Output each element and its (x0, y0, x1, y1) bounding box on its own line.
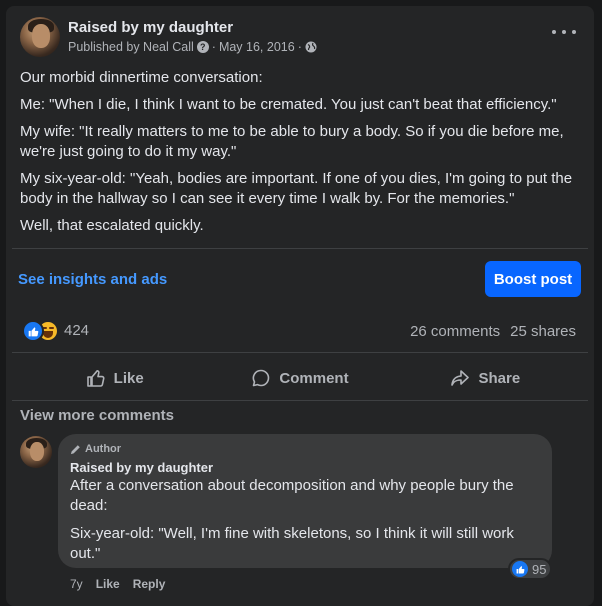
meta-separator: · (297, 40, 302, 54)
page-avatar[interactable] (20, 17, 60, 57)
author-badge: Author (70, 442, 540, 456)
comment-time[interactable]: 7y (70, 577, 83, 591)
comment-actions: 7y Like Reply (70, 577, 165, 591)
divider (12, 400, 588, 401)
comment-like-button[interactable]: Like (96, 577, 120, 591)
like-button[interactable]: Like (22, 360, 207, 396)
like-icon (512, 561, 528, 577)
comment-reaction-badge[interactable]: 95 (508, 558, 553, 580)
comment-reaction-count: 95 (532, 561, 547, 577)
action-bar: Like Comment Share (22, 360, 578, 396)
post-paragraph: My six-year-old: "Yeah, bodies are impor… (20, 170, 573, 207)
reaction-icons (22, 320, 59, 342)
comment-text: After a conversation about decomposition… (70, 476, 540, 564)
post-paragraph: Well, that escalated quickly. (20, 217, 204, 234)
comment-bubble: Author Raised by my daughter After a con… (58, 434, 552, 568)
share-label: Share (478, 369, 521, 387)
comment-avatar[interactable] (20, 436, 52, 468)
dot-icon (572, 30, 576, 34)
comment-reply-button[interactable]: Reply (133, 577, 166, 591)
comment-button[interactable]: Comment (207, 360, 392, 396)
comment-paragraph: After a conversation about decomposition… (70, 477, 514, 514)
post-card: Raised by my daughter Published by Neal … (6, 6, 594, 606)
globe-icon[interactable] (305, 41, 317, 53)
post-meta: Published by Neal Call ? · May 16, 2016 … (68, 40, 317, 54)
post-paragraph: Our morbid dinnertime conversation: (20, 69, 263, 86)
question-icon[interactable]: ? (196, 41, 209, 53)
author-badge-label: Author (85, 443, 122, 455)
post-paragraph: My wife: "It really matters to me to be … (20, 123, 564, 160)
post-stats: 26 comments 25 shares (410, 323, 576, 340)
like-icon (22, 320, 44, 342)
shares-count[interactable]: 25 shares (510, 323, 576, 340)
share-button[interactable]: Share (393, 360, 578, 396)
like-label: Like (113, 369, 144, 387)
view-more-comments[interactable]: View more comments (20, 407, 174, 424)
comment-paragraph: Six-year-old: "Well, I'm fine with skele… (70, 525, 514, 562)
thumbs-up-icon (86, 370, 105, 387)
comment-label: Comment (279, 369, 349, 387)
published-by[interactable]: Published by Neal Call (68, 40, 194, 54)
page-name[interactable]: Raised by my daughter (68, 19, 233, 36)
comment-author-name[interactable]: Raised by my daughter (70, 460, 540, 475)
meta-separator: · (211, 40, 216, 54)
divider (12, 248, 588, 249)
dot-icon (562, 30, 566, 34)
insights-link[interactable]: See insights and ads (18, 271, 167, 288)
reaction-summary[interactable]: 424 (22, 320, 90, 342)
more-options-button[interactable] (552, 24, 576, 40)
post-text: Our morbid dinnertime conversation: Me: … (20, 68, 582, 243)
pencil-icon (70, 444, 80, 454)
boost-post-button[interactable]: Boost post (485, 261, 581, 297)
dot-icon (552, 30, 556, 34)
post-paragraph: Me: "When I die, I think I want to be cr… (20, 96, 557, 113)
reaction-count: 424 (64, 321, 90, 339)
comment-icon (253, 369, 270, 387)
share-icon (451, 370, 470, 386)
post-date[interactable]: May 16, 2016 (219, 40, 295, 54)
comments-count[interactable]: 26 comments (410, 323, 500, 340)
divider (12, 352, 588, 353)
